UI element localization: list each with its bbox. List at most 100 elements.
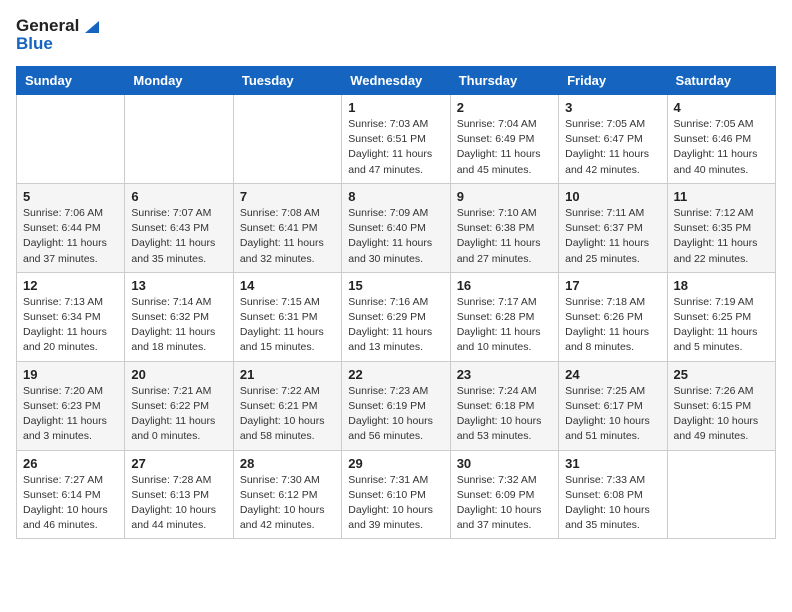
day-info: Sunrise: 7:08 AM Sunset: 6:41 PM Dayligh…: [240, 206, 335, 267]
calendar-day-1: 1 Sunrise: 7:03 AM Sunset: 6:51 PM Daylig…: [342, 95, 450, 184]
day-number: 15: [348, 278, 443, 293]
calendar-day-23: 23 Sunrise: 7:24 AM Sunset: 6:18 PM Dayli…: [450, 361, 558, 450]
calendar-week-row: 12 Sunrise: 7:13 AM Sunset: 6:34 PM Dayli…: [17, 272, 776, 361]
calendar-day-12: 12 Sunrise: 7:13 AM Sunset: 6:34 PM Dayli…: [17, 272, 125, 361]
day-info: Sunrise: 7:04 AM Sunset: 6:49 PM Dayligh…: [457, 117, 552, 178]
calendar-week-row: 1 Sunrise: 7:03 AM Sunset: 6:51 PM Daylig…: [17, 95, 776, 184]
day-number: 26: [23, 456, 118, 471]
day-number: 29: [348, 456, 443, 471]
day-info: Sunrise: 7:10 AM Sunset: 6:38 PM Dayligh…: [457, 206, 552, 267]
logo-triangle-icon: [81, 17, 99, 35]
day-info: Sunrise: 7:07 AM Sunset: 6:43 PM Dayligh…: [131, 206, 226, 267]
calendar-day-18: 18Sunrise: 7:19 AM Sunset: 6:25 PM Dayli…: [667, 272, 775, 361]
day-info: Sunrise: 7:18 AM Sunset: 6:26 PM Dayligh…: [565, 295, 660, 356]
calendar-day-29: 29Sunrise: 7:31 AM Sunset: 6:10 PM Dayli…: [342, 450, 450, 539]
calendar-day-15: 15 Sunrise: 7:16 AM Sunset: 6:29 PM Dayli…: [342, 272, 450, 361]
day-info: Sunrise: 7:03 AM Sunset: 6:51 PM Dayligh…: [348, 117, 443, 178]
day-info: Sunrise: 7:14 AM Sunset: 6:32 PM Dayligh…: [131, 295, 226, 356]
day-number: 1: [348, 100, 443, 115]
empty-day-cell: [667, 450, 775, 539]
day-number: 30: [457, 456, 552, 471]
day-info: Sunrise: 7:26 AM Sunset: 6:15 PM Dayligh…: [674, 384, 769, 445]
day-info: Sunrise: 7:20 AM Sunset: 6:23 PM Dayligh…: [23, 384, 118, 445]
day-info: Sunrise: 7:12 AM Sunset: 6:35 PM Dayligh…: [674, 206, 769, 267]
calendar-day-3: 3Sunrise: 7:05 AM Sunset: 6:47 PM Daylig…: [559, 95, 667, 184]
calendar-day-22: 22 Sunrise: 7:23 AM Sunset: 6:19 PM Dayli…: [342, 361, 450, 450]
day-info: Sunrise: 7:30 AM Sunset: 6:12 PM Dayligh…: [240, 473, 335, 534]
calendar-day-6: 6 Sunrise: 7:07 AM Sunset: 6:43 PM Daylig…: [125, 183, 233, 272]
day-number: 13: [131, 278, 226, 293]
day-number: 19: [23, 367, 118, 382]
calendar-table: SundayMondayTuesdayWednesdayThursdayFrid…: [16, 66, 776, 539]
calendar-day-21: 21 Sunrise: 7:22 AM Sunset: 6:21 PM Dayli…: [233, 361, 341, 450]
header-friday: Friday: [559, 67, 667, 95]
day-info: Sunrise: 7:16 AM Sunset: 6:29 PM Dayligh…: [348, 295, 443, 356]
calendar-day-24: 24 Sunrise: 7:25 AM Sunset: 6:17 PM Dayli…: [559, 361, 667, 450]
day-info: Sunrise: 7:09 AM Sunset: 6:40 PM Dayligh…: [348, 206, 443, 267]
day-number: 8: [348, 189, 443, 204]
day-number: 5: [23, 189, 118, 204]
day-info: Sunrise: 7:23 AM Sunset: 6:19 PM Dayligh…: [348, 384, 443, 445]
day-number: 9: [457, 189, 552, 204]
day-info: Sunrise: 7:11 AM Sunset: 6:37 PM Dayligh…: [565, 206, 660, 267]
day-number: 14: [240, 278, 335, 293]
calendar-day-31: 31 Sunrise: 7:33 AM Sunset: 6:08 PM Dayli…: [559, 450, 667, 539]
day-number: 11: [674, 189, 769, 204]
calendar-day-25: 25Sunrise: 7:26 AM Sunset: 6:15 PM Dayli…: [667, 361, 775, 450]
day-info: Sunrise: 7:22 AM Sunset: 6:21 PM Dayligh…: [240, 384, 335, 445]
calendar-day-4: 4 Sunrise: 7:05 AM Sunset: 6:46 PM Daylig…: [667, 95, 775, 184]
header-wednesday: Wednesday: [342, 67, 450, 95]
header-sunday: Sunday: [17, 67, 125, 95]
calendar-week-row: 26Sunrise: 7:27 AM Sunset: 6:14 PM Dayli…: [17, 450, 776, 539]
empty-day-cell: [125, 95, 233, 184]
calendar-day-19: 19 Sunrise: 7:20 AM Sunset: 6:23 PM Dayli…: [17, 361, 125, 450]
day-number: 6: [131, 189, 226, 204]
day-number: 18: [674, 278, 769, 293]
day-info: Sunrise: 7:32 AM Sunset: 6:09 PM Dayligh…: [457, 473, 552, 534]
calendar-day-11: 11 Sunrise: 7:12 AM Sunset: 6:35 PM Dayli…: [667, 183, 775, 272]
day-info: Sunrise: 7:15 AM Sunset: 6:31 PM Dayligh…: [240, 295, 335, 356]
day-number: 28: [240, 456, 335, 471]
day-info: Sunrise: 7:13 AM Sunset: 6:34 PM Dayligh…: [23, 295, 118, 356]
day-number: 17: [565, 278, 660, 293]
page-header: General Blue: [16, 16, 776, 54]
logo-text-blue: Blue: [16, 34, 53, 54]
logo-text-general: General: [16, 16, 79, 36]
calendar-day-26: 26Sunrise: 7:27 AM Sunset: 6:14 PM Dayli…: [17, 450, 125, 539]
day-info: Sunrise: 7:05 AM Sunset: 6:47 PM Dayligh…: [565, 117, 660, 178]
day-number: 23: [457, 367, 552, 382]
header-saturday: Saturday: [667, 67, 775, 95]
calendar-day-16: 16 Sunrise: 7:17 AM Sunset: 6:28 PM Dayli…: [450, 272, 558, 361]
calendar-day-28: 28 Sunrise: 7:30 AM Sunset: 6:12 PM Dayli…: [233, 450, 341, 539]
calendar-day-17: 17 Sunrise: 7:18 AM Sunset: 6:26 PM Dayli…: [559, 272, 667, 361]
day-number: 21: [240, 367, 335, 382]
day-info: Sunrise: 7:33 AM Sunset: 6:08 PM Dayligh…: [565, 473, 660, 534]
day-number: 7: [240, 189, 335, 204]
header-thursday: Thursday: [450, 67, 558, 95]
day-info: Sunrise: 7:05 AM Sunset: 6:46 PM Dayligh…: [674, 117, 769, 178]
day-info: Sunrise: 7:21 AM Sunset: 6:22 PM Dayligh…: [131, 384, 226, 445]
header-tuesday: Tuesday: [233, 67, 341, 95]
day-number: 20: [131, 367, 226, 382]
day-info: Sunrise: 7:25 AM Sunset: 6:17 PM Dayligh…: [565, 384, 660, 445]
day-info: Sunrise: 7:28 AM Sunset: 6:13 PM Dayligh…: [131, 473, 226, 534]
calendar-day-7: 7 Sunrise: 7:08 AM Sunset: 6:41 PM Daylig…: [233, 183, 341, 272]
day-info: Sunrise: 7:24 AM Sunset: 6:18 PM Dayligh…: [457, 384, 552, 445]
calendar-day-14: 14 Sunrise: 7:15 AM Sunset: 6:31 PM Dayli…: [233, 272, 341, 361]
day-number: 24: [565, 367, 660, 382]
day-number: 16: [457, 278, 552, 293]
day-number: 22: [348, 367, 443, 382]
day-info: Sunrise: 7:06 AM Sunset: 6:44 PM Dayligh…: [23, 206, 118, 267]
day-number: 12: [23, 278, 118, 293]
day-number: 4: [674, 100, 769, 115]
empty-day-cell: [233, 95, 341, 184]
calendar-day-5: 5 Sunrise: 7:06 AM Sunset: 6:44 PM Daylig…: [17, 183, 125, 272]
header-monday: Monday: [125, 67, 233, 95]
calendar-week-row: 19 Sunrise: 7:20 AM Sunset: 6:23 PM Dayli…: [17, 361, 776, 450]
calendar-day-8: 8 Sunrise: 7:09 AM Sunset: 6:40 PM Daylig…: [342, 183, 450, 272]
calendar-day-10: 10 Sunrise: 7:11 AM Sunset: 6:37 PM Dayli…: [559, 183, 667, 272]
day-number: 10: [565, 189, 660, 204]
day-number: 31: [565, 456, 660, 471]
day-info: Sunrise: 7:17 AM Sunset: 6:28 PM Dayligh…: [457, 295, 552, 356]
calendar-day-2: 2Sunrise: 7:04 AM Sunset: 6:49 PM Daylig…: [450, 95, 558, 184]
